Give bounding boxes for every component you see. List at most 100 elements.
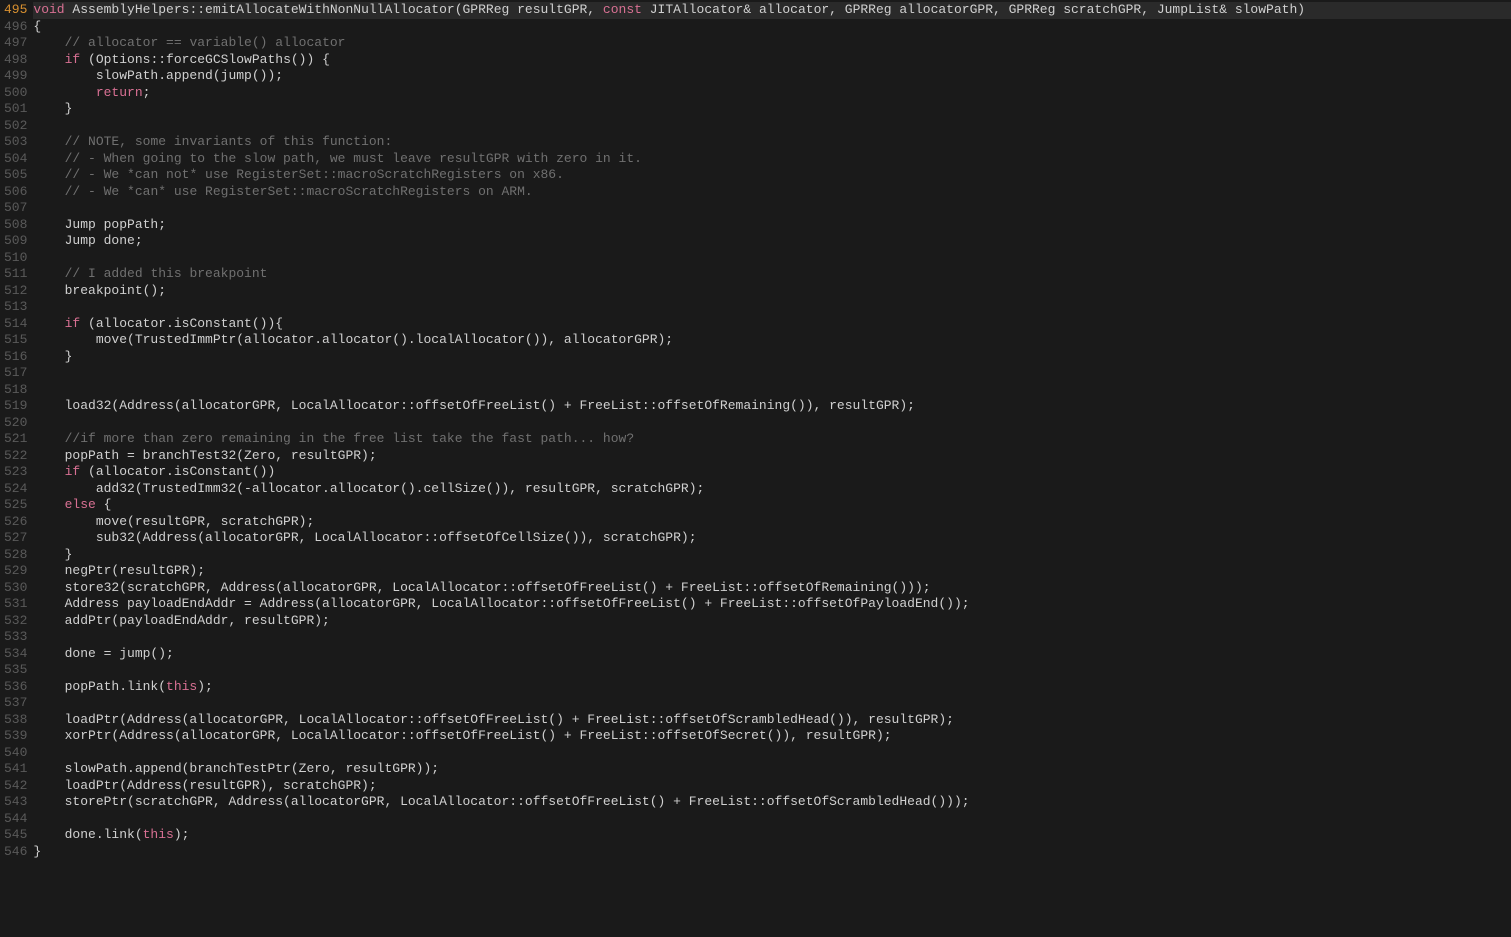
code-line[interactable] — [33, 629, 1511, 646]
line-number: 514 — [4, 316, 27, 333]
line-number: 500 — [4, 85, 27, 102]
line-number: 542 — [4, 778, 27, 795]
code-line[interactable] — [33, 662, 1511, 679]
code-line[interactable]: sub32(Address(allocatorGPR, LocalAllocat… — [33, 530, 1511, 547]
line-number: 533 — [4, 629, 27, 646]
code-line[interactable]: loadPtr(Address(resultGPR), scratchGPR); — [33, 778, 1511, 795]
line-number: 531 — [4, 596, 27, 613]
line-number: 543 — [4, 794, 27, 811]
line-number: 546 — [4, 844, 27, 861]
line-number: 538 — [4, 712, 27, 729]
line-number: 507 — [4, 200, 27, 217]
code-line[interactable]: done.link(this); — [33, 827, 1511, 844]
line-number: 537 — [4, 695, 27, 712]
code-line[interactable]: // - We *can not* use RegisterSet::macro… — [33, 167, 1511, 184]
line-number: 528 — [4, 547, 27, 564]
code-line[interactable]: // I added this breakpoint — [33, 266, 1511, 283]
code-line[interactable]: popPath.link(this); — [33, 679, 1511, 696]
code-editor-view[interactable]: 4954964974984995005015025035045055065075… — [0, 0, 1511, 862]
code-line[interactable]: if (allocator.isConstant()) — [33, 464, 1511, 481]
line-number: 524 — [4, 481, 27, 498]
line-number: 520 — [4, 415, 27, 432]
line-number: 499 — [4, 68, 27, 85]
code-line[interactable] — [33, 745, 1511, 762]
code-line[interactable]: move(resultGPR, scratchGPR); — [33, 514, 1511, 531]
line-number: 530 — [4, 580, 27, 597]
code-line[interactable] — [33, 250, 1511, 267]
code-line[interactable]: add32(TrustedImm32(-allocator.allocator(… — [33, 481, 1511, 498]
code-line[interactable]: move(TrustedImmPtr(allocator.allocator()… — [33, 332, 1511, 349]
line-number: 504 — [4, 151, 27, 168]
code-line[interactable] — [33, 200, 1511, 217]
line-number: 512 — [4, 283, 27, 300]
code-line[interactable]: negPtr(resultGPR); — [33, 563, 1511, 580]
line-number-gutter: 4954964974984995005015025035045055065075… — [0, 0, 33, 862]
line-number: 502 — [4, 118, 27, 135]
code-line[interactable]: if (Options::forceGCSlowPaths()) { — [33, 52, 1511, 69]
line-number: 515 — [4, 332, 27, 349]
code-line[interactable]: loadPtr(Address(allocatorGPR, LocalAlloc… — [33, 712, 1511, 729]
line-number: 513 — [4, 299, 27, 316]
code-line[interactable]: Address payloadEndAddr = Address(allocat… — [33, 596, 1511, 613]
code-line[interactable] — [33, 299, 1511, 316]
line-number: 516 — [4, 349, 27, 366]
code-line[interactable] — [33, 811, 1511, 828]
code-line[interactable]: store32(scratchGPR, Address(allocatorGPR… — [33, 580, 1511, 597]
line-number: 519 — [4, 398, 27, 415]
code-line[interactable] — [33, 415, 1511, 432]
code-content[interactable]: void AssemblyHelpers::emitAllocateWithNo… — [33, 0, 1511, 862]
line-number: 505 — [4, 167, 27, 184]
code-line[interactable]: } — [33, 844, 1511, 861]
code-line[interactable]: // allocator == variable() allocator — [33, 35, 1511, 52]
code-line[interactable]: breakpoint(); — [33, 283, 1511, 300]
line-number: 540 — [4, 745, 27, 762]
line-number: 517 — [4, 365, 27, 382]
code-line[interactable]: done = jump(); — [33, 646, 1511, 663]
line-number: 529 — [4, 563, 27, 580]
line-number: 536 — [4, 679, 27, 696]
code-line[interactable] — [33, 365, 1511, 382]
code-line[interactable]: // - When going to the slow path, we mus… — [33, 151, 1511, 168]
line-number: 495 — [4, 2, 27, 19]
code-line[interactable] — [33, 118, 1511, 135]
code-line[interactable]: { — [33, 19, 1511, 36]
code-line[interactable]: addPtr(payloadEndAddr, resultGPR); — [33, 613, 1511, 630]
line-number: 508 — [4, 217, 27, 234]
code-line[interactable]: // - We *can* use RegisterSet::macroScra… — [33, 184, 1511, 201]
code-line[interactable]: slowPath.append(branchTestPtr(Zero, resu… — [33, 761, 1511, 778]
code-line[interactable]: popPath = branchTest32(Zero, resultGPR); — [33, 448, 1511, 465]
line-number: 541 — [4, 761, 27, 778]
code-line[interactable]: } — [33, 349, 1511, 366]
code-line[interactable] — [33, 695, 1511, 712]
line-number: 521 — [4, 431, 27, 448]
code-line[interactable]: } — [33, 101, 1511, 118]
code-line[interactable]: } — [33, 547, 1511, 564]
line-number: 522 — [4, 448, 27, 465]
code-line[interactable]: load32(Address(allocatorGPR, LocalAlloca… — [33, 398, 1511, 415]
code-line[interactable]: storePtr(scratchGPR, Address(allocatorGP… — [33, 794, 1511, 811]
code-line[interactable]: xorPtr(Address(allocatorGPR, LocalAlloca… — [33, 728, 1511, 745]
line-number: 506 — [4, 184, 27, 201]
line-number: 503 — [4, 134, 27, 151]
code-line[interactable]: Jump done; — [33, 233, 1511, 250]
code-line[interactable]: if (allocator.isConstant()){ — [33, 316, 1511, 333]
line-number: 501 — [4, 101, 27, 118]
line-number: 545 — [4, 827, 27, 844]
code-line[interactable]: return; — [33, 85, 1511, 102]
line-number: 510 — [4, 250, 27, 267]
code-line[interactable]: //if more than zero remaining in the fre… — [33, 431, 1511, 448]
line-number: 534 — [4, 646, 27, 663]
line-number: 498 — [4, 52, 27, 69]
code-line[interactable] — [33, 382, 1511, 399]
code-line[interactable]: void AssemblyHelpers::emitAllocateWithNo… — [33, 2, 1511, 19]
line-number: 523 — [4, 464, 27, 481]
line-number: 527 — [4, 530, 27, 547]
code-line[interactable]: Jump popPath; — [33, 217, 1511, 234]
line-number: 532 — [4, 613, 27, 630]
line-number: 526 — [4, 514, 27, 531]
code-line[interactable]: slowPath.append(jump()); — [33, 68, 1511, 85]
line-number: 496 — [4, 19, 27, 36]
line-number: 518 — [4, 382, 27, 399]
code-line[interactable]: // NOTE, some invariants of this functio… — [33, 134, 1511, 151]
code-line[interactable]: else { — [33, 497, 1511, 514]
